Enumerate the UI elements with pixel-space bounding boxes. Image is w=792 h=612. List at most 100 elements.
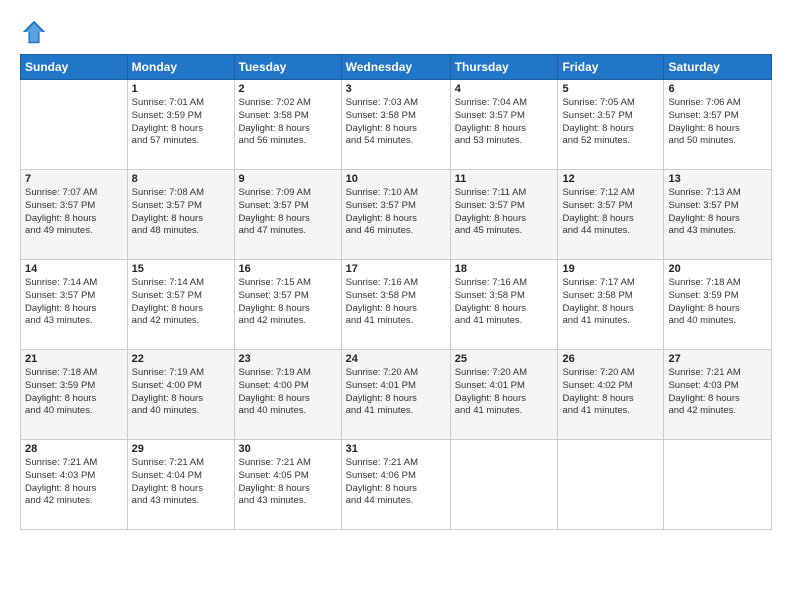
day-number: 8 <box>132 173 230 185</box>
calendar-cell <box>450 440 558 530</box>
day-info: Sunrise: 7:07 AMSunset: 3:57 PMDaylight:… <box>25 187 123 238</box>
day-number: 19 <box>562 263 659 275</box>
day-info: Sunrise: 7:08 AMSunset: 3:57 PMDaylight:… <box>132 187 230 238</box>
day-info: Sunrise: 7:19 AMSunset: 4:00 PMDaylight:… <box>239 367 337 418</box>
calendar-cell: 4 Sunrise: 7:04 AMSunset: 3:57 PMDaylight… <box>450 80 558 170</box>
calendar-header-saturday: Saturday <box>664 55 772 80</box>
calendar-cell: 28 Sunrise: 7:21 AMSunset: 4:03 PMDayligh… <box>21 440 128 530</box>
day-number: 3 <box>346 83 446 95</box>
day-number: 4 <box>455 83 554 95</box>
calendar-cell: 14Sunrise: 7:14 AMSunset: 3:57 PMDayligh… <box>21 260 128 350</box>
calendar-header-tuesday: Tuesday <box>234 55 341 80</box>
day-info: Sunrise: 7:17 AMSunset: 3:58 PMDaylight:… <box>562 277 659 328</box>
calendar-cell: 21 Sunrise: 7:18 AMSunset: 3:59 PMDayligh… <box>21 350 128 440</box>
calendar-cell: 23 Sunrise: 7:19 AMSunset: 4:00 PMDayligh… <box>234 350 341 440</box>
day-info: Sunrise: 7:21 AMSunset: 4:03 PMDaylight:… <box>25 457 123 508</box>
day-info: Sunrise: 7:04 AMSunset: 3:57 PMDaylight:… <box>455 97 554 148</box>
calendar-cell <box>664 440 772 530</box>
calendar-cell: 22 Sunrise: 7:19 AMSunset: 4:00 PMDayligh… <box>127 350 234 440</box>
calendar-week-4: 21 Sunrise: 7:18 AMSunset: 3:59 PMDayligh… <box>21 350 772 440</box>
day-info: Sunrise: 7:02 AMSunset: 3:58 PMDaylight:… <box>239 97 337 148</box>
day-info: Sunrise: 7:13 AMSunset: 3:57 PMDaylight:… <box>668 187 767 238</box>
day-info: Sunrise: 7:21 AMSunset: 4:03 PMDaylight:… <box>668 367 767 418</box>
day-number: 6 <box>668 83 767 95</box>
calendar-cell: 8 Sunrise: 7:08 AMSunset: 3:57 PMDaylight… <box>127 170 234 260</box>
day-number: 1 <box>132 83 230 95</box>
calendar-cell: 12 Sunrise: 7:12 AMSunset: 3:57 PMDayligh… <box>558 170 664 260</box>
day-number: 5 <box>562 83 659 95</box>
day-number: 15 <box>132 263 230 275</box>
day-info: Sunrise: 7:18 AMSunset: 3:59 PMDaylight:… <box>25 367 123 418</box>
calendar-cell: 29Sunrise: 7:21 AMSunset: 4:04 PMDayligh… <box>127 440 234 530</box>
day-info: Sunrise: 7:15 AMSunset: 3:57 PMDaylight:… <box>239 277 337 328</box>
day-info: Sunrise: 7:21 AMSunset: 4:06 PMDaylight:… <box>346 457 446 508</box>
day-number: 28 <box>25 443 123 455</box>
day-number: 14 <box>25 263 123 275</box>
day-number: 10 <box>346 173 446 185</box>
day-number: 23 <box>239 353 337 365</box>
day-number: 9 <box>239 173 337 185</box>
day-info: Sunrise: 7:20 AMSunset: 4:02 PMDaylight:… <box>562 367 659 418</box>
calendar-cell: 9 Sunrise: 7:09 AMSunset: 3:57 PMDaylight… <box>234 170 341 260</box>
day-number: 21 <box>25 353 123 365</box>
calendar-cell: 13 Sunrise: 7:13 AMSunset: 3:57 PMDayligh… <box>664 170 772 260</box>
calendar-table: SundayMondayTuesdayWednesdayThursdayFrid… <box>20 54 772 530</box>
calendar-cell <box>558 440 664 530</box>
calendar-cell: 18 Sunrise: 7:16 AMSunset: 3:58 PMDayligh… <box>450 260 558 350</box>
day-number: 13 <box>668 173 767 185</box>
calendar-cell <box>21 80 128 170</box>
calendar-week-5: 28 Sunrise: 7:21 AMSunset: 4:03 PMDayligh… <box>21 440 772 530</box>
calendar-cell: 2 Sunrise: 7:02 AMSunset: 3:58 PMDaylight… <box>234 80 341 170</box>
calendar-cell: 11Sunrise: 7:11 AMSunset: 3:57 PMDayligh… <box>450 170 558 260</box>
day-info: Sunrise: 7:12 AMSunset: 3:57 PMDaylight:… <box>562 187 659 238</box>
calendar-cell: 25Sunrise: 7:20 AMSunset: 4:01 PMDayligh… <box>450 350 558 440</box>
calendar-cell: 19 Sunrise: 7:17 AMSunset: 3:58 PMDayligh… <box>558 260 664 350</box>
calendar-week-3: 14 Sunrise: 7:14 AMSunset: 3:57 PMDayligh… <box>21 260 772 350</box>
day-number: 2 <box>239 83 337 95</box>
day-info: Sunrise: 7:03 AMSunset: 3:58 PMDaylight:… <box>346 97 446 148</box>
day-info: Sunrise: 7:20 AMSunset: 4:01 PMDaylight:… <box>346 367 446 418</box>
day-number: 7 <box>25 173 123 185</box>
calendar-header-thursday: Thursday <box>450 55 558 80</box>
day-number: 20 <box>668 263 767 275</box>
day-number: 30 <box>239 443 337 455</box>
calendar-cell: 10Sunrise: 7:10 AMSunset: 3:57 PMDayligh… <box>341 170 450 260</box>
day-number: 26 <box>562 353 659 365</box>
day-info: Sunrise: 7:01 AMSunset: 3:59 PMDaylight:… <box>132 97 230 148</box>
day-number: 16 <box>239 263 337 275</box>
page: SundayMondayTuesdayWednesdayThursdayFrid… <box>0 0 792 612</box>
calendar-header-sunday: Sunday <box>21 55 128 80</box>
day-number: 18 <box>455 263 554 275</box>
day-info: Sunrise: 7:16 AMSunset: 3:58 PMDaylight:… <box>346 277 446 328</box>
day-info: Sunrise: 7:18 AMSunset: 3:59 PMDaylight:… <box>668 277 767 328</box>
calendar-cell: 15 Sunrise: 7:14 AMSunset: 3:57 PMDayligh… <box>127 260 234 350</box>
calendar-cell: 3 Sunrise: 7:03 AMSunset: 3:58 PMDaylight… <box>341 80 450 170</box>
day-number: 31 <box>346 443 446 455</box>
day-info: Sunrise: 7:09 AMSunset: 3:57 PMDaylight:… <box>239 187 337 238</box>
day-number: 17 <box>346 263 446 275</box>
day-number: 27 <box>668 353 767 365</box>
calendar-cell: 20 Sunrise: 7:18 AMSunset: 3:59 PMDayligh… <box>664 260 772 350</box>
calendar-header-monday: Monday <box>127 55 234 80</box>
calendar-header-row: SundayMondayTuesdayWednesdayThursdayFrid… <box>21 55 772 80</box>
logo-icon <box>20 18 48 46</box>
calendar-header-wednesday: Wednesday <box>341 55 450 80</box>
calendar-cell: 26 Sunrise: 7:20 AMSunset: 4:02 PMDayligh… <box>558 350 664 440</box>
day-info: Sunrise: 7:16 AMSunset: 3:58 PMDaylight:… <box>455 277 554 328</box>
day-number: 11 <box>455 173 554 185</box>
calendar-cell: 6 Sunrise: 7:06 AMSunset: 3:57 PMDaylight… <box>664 80 772 170</box>
calendar-cell: 5 Sunrise: 7:05 AMSunset: 3:57 PMDaylight… <box>558 80 664 170</box>
day-info: Sunrise: 7:21 AMSunset: 4:04 PMDaylight:… <box>132 457 230 508</box>
day-number: 22 <box>132 353 230 365</box>
calendar-header-friday: Friday <box>558 55 664 80</box>
calendar-cell: 24Sunrise: 7:20 AMSunset: 4:01 PMDayligh… <box>341 350 450 440</box>
calendar-week-1: 1 Sunrise: 7:01 AMSunset: 3:59 PMDaylight… <box>21 80 772 170</box>
day-info: Sunrise: 7:20 AMSunset: 4:01 PMDaylight:… <box>455 367 554 418</box>
day-info: Sunrise: 7:19 AMSunset: 4:00 PMDaylight:… <box>132 367 230 418</box>
calendar-week-2: 7 Sunrise: 7:07 AMSunset: 3:57 PMDaylight… <box>21 170 772 260</box>
day-info: Sunrise: 7:21 AMSunset: 4:05 PMDaylight:… <box>239 457 337 508</box>
day-info: Sunrise: 7:14 AMSunset: 3:57 PMDaylight:… <box>132 277 230 328</box>
day-info: Sunrise: 7:06 AMSunset: 3:57 PMDaylight:… <box>668 97 767 148</box>
day-number: 12 <box>562 173 659 185</box>
day-info: Sunrise: 7:05 AMSunset: 3:57 PMDaylight:… <box>562 97 659 148</box>
